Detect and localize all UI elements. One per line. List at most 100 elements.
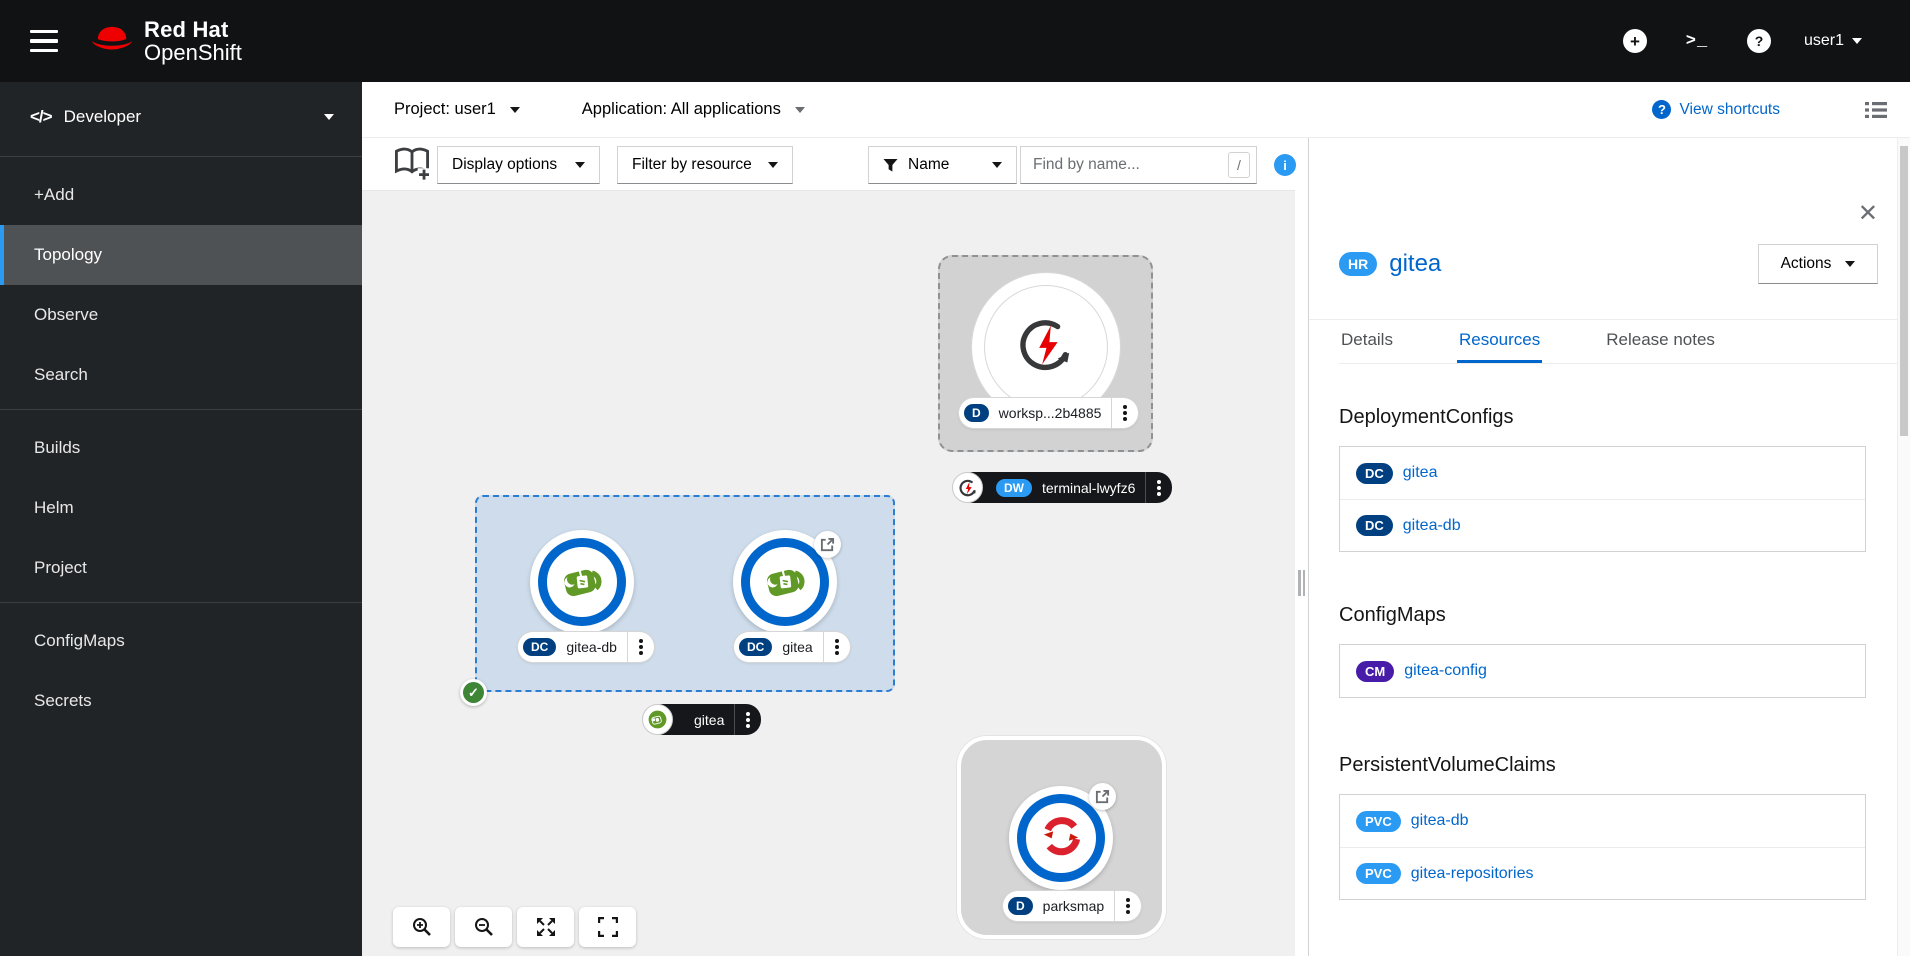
sidebar-item-project[interactable]: Project: [0, 538, 362, 598]
drag-handle[interactable]: [1298, 570, 1305, 596]
persistentvolumeclaims-list: PVC gitea-db PVC gitea-repositories: [1339, 794, 1866, 900]
canvas-controls: [393, 907, 636, 947]
pvc-badge: PVC: [1356, 863, 1401, 884]
resource-link[interactable]: gitea-repositories: [1411, 865, 1534, 883]
deploymentconfig-badge: DC: [739, 638, 773, 656]
info-icon[interactable]: i: [1274, 154, 1296, 176]
list-item[interactable]: CM gitea-config: [1340, 645, 1865, 697]
kebab-menu-icon[interactable]: [1112, 398, 1138, 428]
sidebar-item-configmaps[interactable]: ConfigMaps: [0, 611, 362, 671]
topology-canvas[interactable]: D worksp...2b4885 DW terminal-lwyfz6 ✓ D…: [362, 191, 1295, 956]
name-filter-dropdown[interactable]: Name: [868, 146, 1017, 184]
panel-header: HR gitea Actions: [1339, 241, 1878, 287]
sidebar-item-add[interactable]: +Add: [0, 165, 362, 225]
gitea-db-node-label[interactable]: DC gitea-db: [518, 632, 654, 662]
zoom-in-button[interactable]: [393, 907, 450, 947]
sidebar-item-observe[interactable]: Observe: [0, 285, 362, 345]
code-icon: </>: [30, 107, 53, 126]
panel-tabs: Details Resources Release notes: [1339, 320, 1910, 364]
tab-release-notes[interactable]: Release notes: [1604, 320, 1717, 363]
terminal-label[interactable]: DW terminal-lwyfz6: [952, 472, 1173, 503]
resource-link[interactable]: gitea-db: [1411, 812, 1469, 830]
list-item[interactable]: DC gitea: [1340, 447, 1865, 499]
sidebar-item-helm[interactable]: Helm: [0, 478, 362, 538]
web-terminal-icon[interactable]: >_: [1680, 24, 1714, 58]
actions-dropdown[interactable]: Actions: [1758, 244, 1878, 284]
deploymentconfigs-list: DC gitea DC gitea-db: [1339, 446, 1866, 552]
sidebar-item-secrets[interactable]: Secrets: [0, 671, 362, 731]
display-options-dropdown[interactable]: Display options: [437, 146, 600, 184]
success-status-decorator[interactable]: ✓: [460, 679, 487, 706]
list-item[interactable]: DC gitea-db: [1340, 499, 1865, 551]
perspective-switcher[interactable]: </> Developer: [0, 82, 362, 152]
zoom-in-icon: [412, 918, 431, 936]
add-circle-icon[interactable]: +: [1618, 24, 1652, 58]
resource-link[interactable]: gitea-config: [1404, 662, 1487, 680]
find-by-name-input[interactable]: [1033, 156, 1228, 174]
panel-scrollbar[interactable]: [1897, 138, 1910, 956]
list-item[interactable]: PVC gitea-repositories: [1340, 847, 1865, 899]
gitea-mini-icon: [642, 704, 673, 735]
brand-line2: OpenShift: [144, 40, 242, 65]
zoom-out-icon: [474, 918, 493, 936]
close-icon[interactable]: ✕: [1858, 202, 1878, 226]
scrollbar-thumb[interactable]: [1900, 146, 1908, 436]
list-view-icon[interactable]: [1865, 101, 1887, 119]
user-menu[interactable]: user1: [1804, 32, 1862, 50]
sidebar-item-builds[interactable]: Builds: [0, 418, 362, 478]
helm-release-badge: HR: [1339, 252, 1378, 276]
view-shortcuts-link[interactable]: ? View shortcuts: [1652, 100, 1780, 119]
kebab-menu-icon[interactable]: [628, 632, 654, 662]
application-dropdown[interactable]: Application: All applications: [582, 100, 805, 119]
devworkspace-mini-icon: [952, 472, 983, 503]
deployment-badge: D: [1008, 897, 1033, 915]
gitea-node-label[interactable]: DC gitea: [734, 632, 850, 662]
sidebar-item-search[interactable]: Search: [0, 345, 362, 405]
chevron-down-icon: [768, 162, 778, 168]
list-item[interactable]: PVC gitea-db: [1340, 795, 1865, 847]
divider: [0, 156, 362, 157]
sidebar-item-topology[interactable]: Topology: [0, 225, 362, 285]
openshift-icon: [1036, 811, 1086, 866]
gitea-db-node[interactable]: [530, 530, 634, 634]
zoom-out-button[interactable]: [455, 907, 512, 947]
kebab-menu-icon[interactable]: [735, 704, 761, 735]
filter-icon: [883, 158, 898, 172]
filter-by-resource-dropdown[interactable]: Filter by resource: [617, 146, 793, 184]
question-circle-icon: ?: [1652, 100, 1672, 119]
deployment-badge: D: [964, 404, 989, 422]
parksmap-node-label[interactable]: D parksmap: [1003, 891, 1142, 921]
chevron-down-icon: [1852, 38, 1862, 44]
slash-shortcut-key: /: [1228, 152, 1250, 178]
gitea-icon: [759, 554, 811, 611]
quickstart-guide-icon[interactable]: [392, 146, 432, 184]
kebab-menu-icon[interactable]: [1146, 472, 1172, 503]
external-link-icon: [1095, 789, 1110, 804]
project-dropdown[interactable]: Project: user1: [394, 100, 520, 119]
reset-view-button[interactable]: [579, 907, 636, 947]
tab-details[interactable]: Details: [1339, 320, 1395, 363]
redhat-openshift-logo[interactable]: Red Hat OpenShift: [90, 18, 242, 64]
deploymentconfig-badge: DC: [523, 638, 557, 656]
divider: [0, 409, 362, 410]
context-toolbar: Project: user1 Application: All applicat…: [362, 82, 1910, 138]
resource-link[interactable]: gitea: [1403, 464, 1438, 482]
kebab-menu-icon[interactable]: [824, 632, 850, 662]
fit-to-screen-icon: [536, 918, 555, 936]
workspace-node-label[interactable]: D worksp...2b4885: [959, 398, 1139, 428]
deploymentconfig-badge: DC: [1356, 515, 1393, 536]
check-icon: ✓: [463, 682, 484, 703]
help-icon[interactable]: ?: [1742, 24, 1776, 58]
kebab-menu-icon[interactable]: [1115, 891, 1141, 921]
open-url-decorator[interactable]: [814, 531, 841, 558]
nav-toggle-hamburger-icon[interactable]: [14, 11, 74, 71]
section-heading-persistentvolumeclaims: PersistentVolumeClaims: [1339, 754, 1556, 776]
masthead-toolbar: + >_ ? user1: [1618, 24, 1862, 58]
open-url-decorator[interactable]: [1089, 783, 1116, 810]
fit-to-screen-button[interactable]: [517, 907, 574, 947]
resource-link[interactable]: gitea-db: [1403, 517, 1461, 535]
devworkspace-badge: DW: [996, 478, 1032, 497]
helm-release-label[interactable]: gitea: [642, 704, 762, 735]
tab-resources[interactable]: Resources: [1456, 320, 1543, 363]
panel-title[interactable]: gitea: [1389, 250, 1441, 278]
